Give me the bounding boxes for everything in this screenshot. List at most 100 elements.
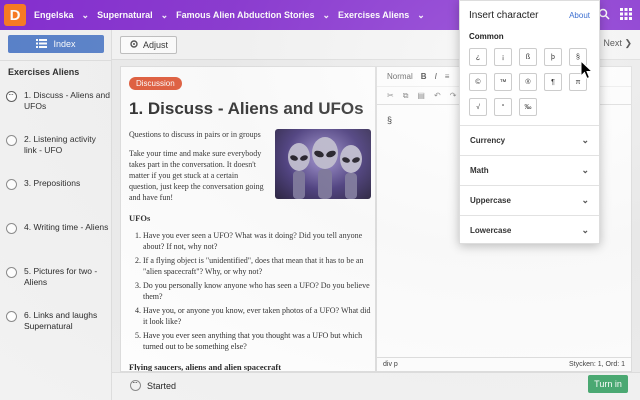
index-button-label: Index	[53, 39, 76, 49]
in-progress-icon	[6, 89, 17, 102]
intro-paragraph: Take your time and make sure everybody t…	[129, 149, 264, 202]
chevron-down-icon: ⌄	[81, 9, 90, 20]
chevron-down-icon: ⌄	[581, 165, 589, 175]
char-button[interactable]: ©	[469, 73, 487, 91]
common-label: Common	[469, 32, 504, 41]
breadcrumb-label: Exercises Aliens	[338, 10, 410, 20]
italic-button[interactable]: I	[435, 72, 437, 81]
dialog-title: Insert character	[469, 10, 539, 21]
redo-icon[interactable]: ↷	[450, 91, 457, 100]
gear-icon	[129, 39, 139, 51]
sidebar-step-6[interactable]: 6. Links and laughs Supernatural	[6, 310, 110, 354]
breadcrumb-label: Supernatural	[97, 10, 153, 20]
exercise-title: 1. Discuss - Aliens and UFOs	[129, 99, 364, 118]
sidebar-step-label: 1. Discuss - Aliens and UFOs	[24, 90, 110, 111]
section-heading: Flying saucers, aliens and alien spacecr…	[129, 362, 282, 372]
breadcrumb-label: Engelska	[34, 10, 74, 20]
status-started[interactable]: Started	[130, 378, 177, 391]
next-button[interactable]: Next ❯	[603, 38, 632, 49]
cut-icon[interactable]: ✂	[387, 91, 394, 100]
category-uppercase[interactable]: Uppercase ⌄	[460, 185, 599, 215]
chevron-down-icon: ⌄	[581, 195, 589, 205]
empty-circle-icon	[6, 223, 17, 234]
list-item: Have you ever seen anything that you tho…	[143, 330, 371, 352]
char-button[interactable]: ™	[494, 73, 512, 91]
paste-icon[interactable]: ▤	[417, 91, 425, 100]
mouse-pointer-icon	[580, 59, 594, 82]
element-path: div p	[383, 361, 398, 368]
breadcrumb-engelska[interactable]: Engelska ⌄	[34, 10, 89, 21]
sidebar-step-3[interactable]: 3. Prepositions	[6, 178, 110, 222]
sidebar-title: Exercises Aliens	[8, 67, 80, 77]
intro-text: Questions to discuss in pairs or in grou…	[129, 130, 261, 139]
question-list: Have you ever seen a UFO? What was it do…	[129, 230, 371, 352]
category-currency[interactable]: Currency ⌄	[460, 125, 599, 155]
adjust-label: Adjust	[143, 40, 169, 50]
turn-in-button[interactable]: Turn in	[588, 375, 628, 393]
empty-circle-icon	[6, 179, 17, 190]
char-button[interactable]: ‰	[519, 98, 537, 116]
char-button[interactable]: ¡	[494, 48, 512, 66]
char-button[interactable]: ¿	[469, 48, 487, 66]
chevron-down-icon: ⌄	[417, 9, 425, 20]
index-button[interactable]: Index	[8, 35, 104, 53]
aliens-image	[275, 129, 371, 199]
sidebar-step-1[interactable]: 1. Discuss - Aliens and UFOs	[6, 89, 110, 134]
chevron-right-icon: ❯	[624, 38, 632, 48]
char-button[interactable]: ¶	[544, 73, 562, 91]
empty-circle-icon	[6, 267, 17, 278]
category-math[interactable]: Math ⌄	[460, 155, 599, 185]
chevron-down-icon: ⌄	[322, 9, 331, 20]
in-progress-icon	[130, 378, 141, 391]
editor-text-area[interactable]: §	[387, 115, 392, 125]
word-count: Stycken: 1, Ord: 1	[568, 361, 625, 368]
status-label: Started	[147, 380, 177, 391]
exercise-content: Discussion 1. Discuss - Aliens and UFOs	[120, 66, 376, 372]
char-button[interactable]: √	[469, 98, 487, 116]
char-button[interactable]: ®	[519, 73, 537, 91]
char-button[interactable]: °	[494, 98, 512, 116]
exercise-body: Questions to discuss in pairs or in grou…	[129, 129, 371, 372]
breadcrumb-famous-alien[interactable]: Famous Alien Abduction Stories ⌄	[176, 10, 330, 21]
grid-icon[interactable]	[620, 8, 632, 22]
adjust-button[interactable]: Adjust	[120, 36, 178, 54]
format-select[interactable]: Normal	[387, 72, 413, 81]
empty-circle-icon	[6, 135, 17, 146]
sidebar-step-label: 4. Writing time - Aliens	[24, 222, 109, 232]
list-item: Have you, or anyone you know, ever taken…	[143, 305, 371, 327]
bottom-bar: Started Turn in	[112, 372, 640, 400]
sidebar: Index Exercises Aliens 1. Discuss - Alie…	[0, 30, 112, 400]
char-button[interactable]: þ	[544, 48, 562, 66]
char-button[interactable]: ß	[519, 48, 537, 66]
undo-icon[interactable]: ↶	[434, 91, 441, 100]
category-label: Math	[470, 166, 489, 175]
bold-button[interactable]: B	[421, 72, 427, 81]
about-link[interactable]: About	[569, 11, 590, 20]
category-badge: Discussion	[129, 77, 182, 90]
top-icons	[598, 8, 632, 22]
sidebar-step-4[interactable]: 4. Writing time - Aliens	[6, 222, 110, 266]
category-label: Lowercase	[470, 226, 512, 235]
list-icon	[36, 38, 48, 50]
copy-icon[interactable]: ⧉	[403, 91, 409, 101]
sidebar-step-label: 3. Prepositions	[24, 178, 81, 188]
sidebar-step-label: 6. Links and laughs Supernatural	[24, 310, 98, 331]
list-button[interactable]: ≡	[445, 72, 450, 81]
list-item: Do you personally know anyone who has se…	[143, 280, 371, 302]
chevron-down-icon: ⌄	[581, 225, 589, 235]
sidebar-step-label: 2. Listening activity link - UFO	[24, 134, 96, 155]
breadcrumb-supernatural[interactable]: Supernatural ⌄	[97, 10, 168, 21]
chevron-down-icon: ⌄	[160, 9, 169, 20]
breadcrumb-exercises-aliens[interactable]: Exercises Aliens ⌄	[338, 10, 425, 21]
step-list: 1. Discuss - Aliens and UFOs 2. Listenin…	[6, 89, 110, 354]
category-list: Currency ⌄ Math ⌄ Uppercase ⌄ Lowercase …	[460, 125, 599, 245]
app-logo[interactable]: D	[4, 4, 26, 26]
sidebar-step-2[interactable]: 2. Listening activity link - UFO	[6, 134, 110, 178]
chevron-down-icon: ⌄	[581, 135, 589, 145]
sidebar-step-label: 5. Pictures for two - Aliens	[24, 266, 98, 287]
category-lowercase[interactable]: Lowercase ⌄	[460, 215, 599, 245]
empty-circle-icon	[6, 311, 17, 322]
character-grid: ¿ ¡ ß þ § © ™ ® ¶ π √ ° ‰	[469, 48, 587, 116]
sidebar-step-5[interactable]: 5. Pictures for two - Aliens	[6, 266, 110, 310]
insert-character-dialog: Insert character About Common ¿ ¡ ß þ § …	[459, 0, 600, 244]
